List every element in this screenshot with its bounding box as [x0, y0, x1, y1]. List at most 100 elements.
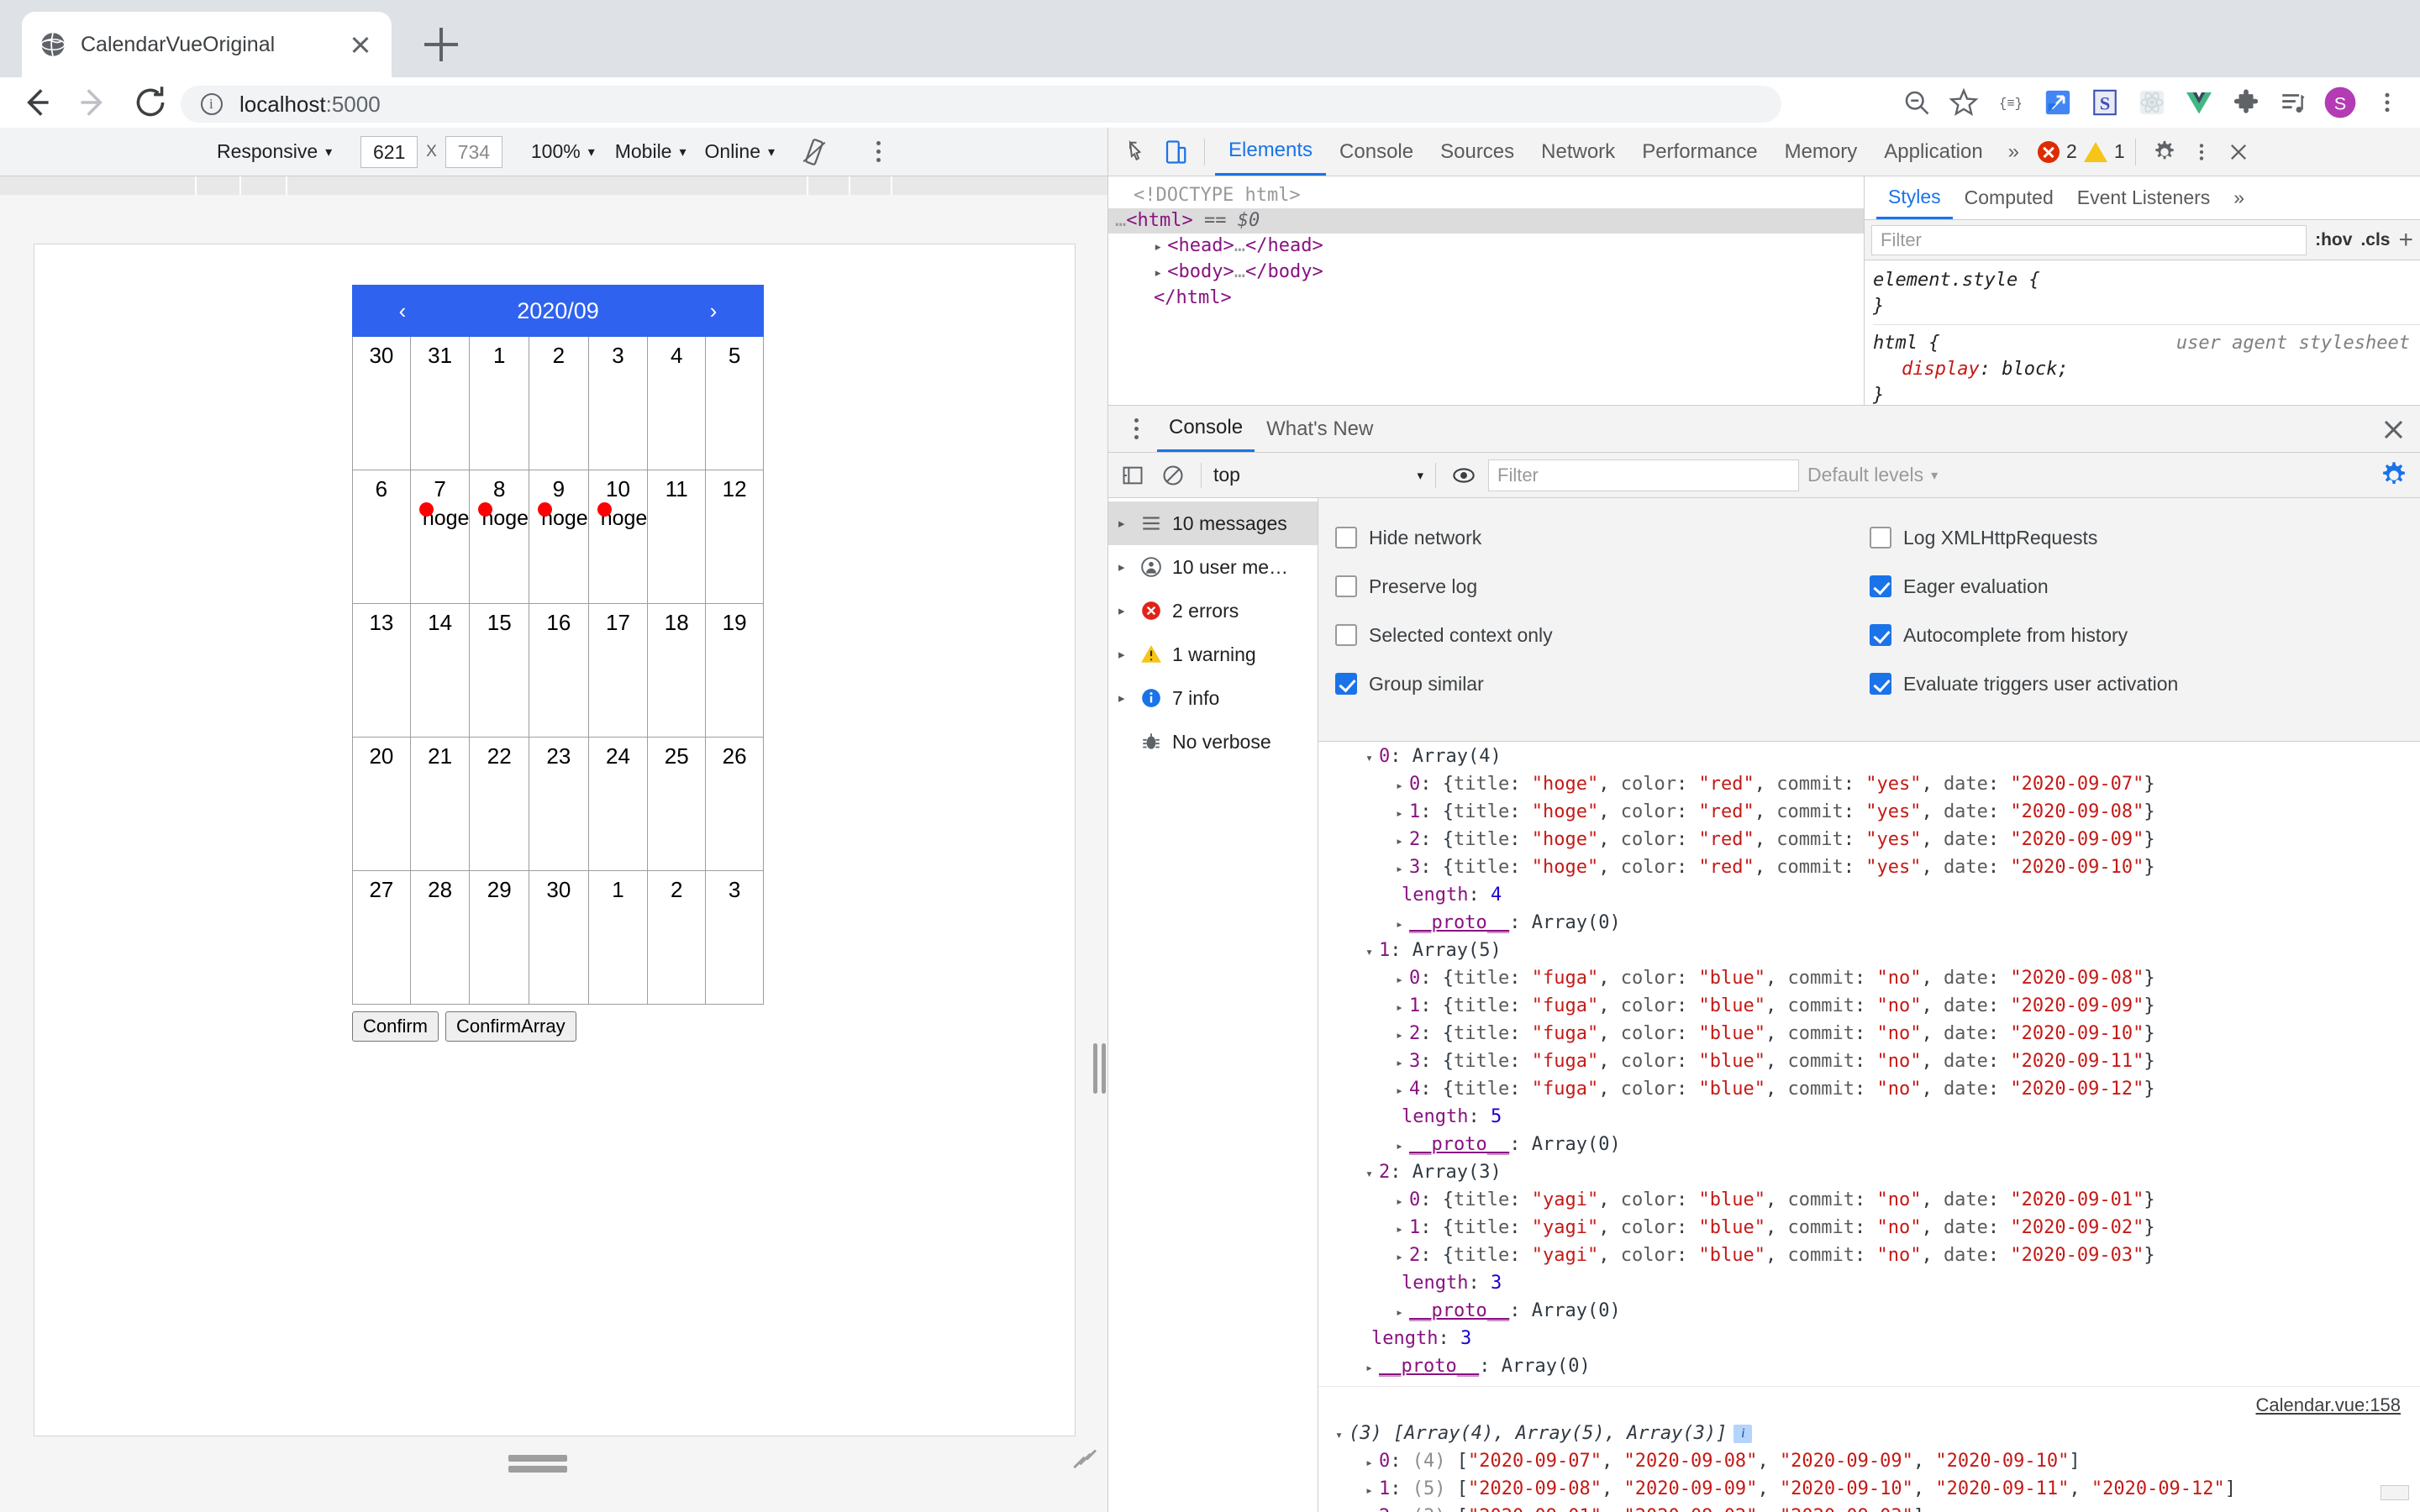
expand-arrow-icon[interactable]: ▸	[1396, 1055, 1403, 1070]
dom-tree-node[interactable]: ▸ <head>…</head>	[1108, 234, 1864, 260]
reading-list-icon[interactable]	[2274, 83, 2312, 122]
forward-button[interactable]	[72, 81, 114, 123]
expand-arrow-icon[interactable]: ▸	[1118, 603, 1130, 618]
console-setting-row[interactable]: Preserve log	[1335, 562, 1870, 611]
console-log-line[interactable]: length: 4	[1318, 882, 2420, 910]
calendar-day-cell[interactable]: 31	[410, 337, 471, 470]
expand-arrow-icon[interactable]: ▸	[1365, 1455, 1373, 1470]
more-options-icon[interactable]	[865, 141, 891, 162]
drawer-tab-console[interactable]: Console	[1157, 407, 1255, 452]
styles-tab-event-listeners[interactable]: Event Listeners	[2065, 177, 2223, 219]
css-rule-selector[interactable]: element.style {	[1873, 267, 2420, 293]
console-sidebar-item[interactable]: ▸ 10 messages	[1108, 501, 1318, 545]
gear-icon[interactable]	[2146, 134, 2183, 171]
console-filter-input[interactable]: Filter	[1488, 459, 1799, 491]
console-log-line[interactable]: length: 3	[1318, 1270, 2420, 1298]
checkbox[interactable]	[1335, 527, 1357, 549]
viewport-width-input[interactable]: 621	[360, 135, 418, 168]
calendar-day-cell[interactable]: 2	[648, 871, 707, 1005]
console-log-line[interactable]: ▸ __proto__: Array(0)	[1318, 1131, 2420, 1159]
confirm-button[interactable]: Confirm	[352, 1011, 439, 1042]
profile-avatar[interactable]: S	[2321, 83, 2360, 122]
console-sidebar-item[interactable]: ▸ 7 info	[1108, 676, 1318, 720]
calendar-day-cell[interactable]: 2	[529, 337, 589, 470]
viewport-height-input[interactable]: 734	[445, 135, 502, 168]
expand-arrow-icon[interactable]: ▸	[1396, 1138, 1403, 1153]
expand-arrow-icon[interactable]: ▸	[1396, 1305, 1403, 1320]
calendar-day-cell[interactable]: 3	[588, 337, 649, 470]
console-setting-row[interactable]: Eager evaluation	[1870, 562, 2404, 611]
calendar-day-cell[interactable]: 30	[529, 871, 589, 1005]
issue-counts[interactable]: 2 1	[2038, 140, 2125, 163]
console-setting-row[interactable]: Group similar	[1335, 659, 1870, 708]
console-setting-row[interactable]: Log XMLHttpRequests	[1870, 513, 2404, 562]
dom-tree-node[interactable]: ▸ <body>…</body>	[1108, 260, 1864, 286]
devtools-tab-sources[interactable]: Sources	[1427, 129, 1528, 176]
new-style-rule-button[interactable]: +	[2398, 227, 2413, 252]
console-sidebar-item[interactable]: ▸ 10 user me…	[1108, 545, 1318, 589]
expand-arrow-icon[interactable]: ▸	[1365, 1360, 1373, 1375]
styles-tab-computed[interactable]: Computed	[1953, 177, 2065, 219]
devtools-tab-console[interactable]: Console	[1326, 129, 1427, 176]
calendar-day-cell[interactable]: 1	[588, 871, 649, 1005]
calendar-day-cell[interactable]: 20	[353, 738, 411, 871]
expand-arrow-icon[interactable]: ▸	[1396, 1027, 1403, 1042]
inspect-element-icon[interactable]	[1120, 134, 1157, 171]
source-link[interactable]: Calendar.vue:158	[2256, 1392, 2401, 1419]
devtools-tab-memory[interactable]: Memory	[1771, 129, 1871, 176]
console-log-line[interactable]: ▾ (3) [Array(4), Array(5), Array(3)] i	[1318, 1420, 2420, 1448]
confirmarray-button[interactable]: ConfirmArray	[445, 1011, 576, 1042]
console-log-line[interactable]: ▸ 4: {title: "fuga", color: "blue", commi…	[1318, 1076, 2420, 1104]
console-log-line[interactable]: ▸ 1: {title: "yagi", color: "blue", commi…	[1318, 1215, 2420, 1242]
bookmark-star-icon[interactable]	[1944, 83, 1983, 122]
console-log-line[interactable]: ▸ 3: {title: "fuga", color: "blue", commi…	[1318, 1048, 2420, 1076]
console-log-line[interactable]: ▸ __proto__: Array(0)	[1318, 1298, 2420, 1326]
console-log-line[interactable]: length: 3	[1318, 1326, 2420, 1353]
checkbox[interactable]	[1870, 624, 1891, 646]
chrome-menu-icon[interactable]	[2368, 83, 2407, 122]
console-sidebar-item[interactable]: No verbose	[1108, 720, 1318, 764]
styles-tab-styles[interactable]: Styles	[1876, 177, 1953, 219]
close-devtools-icon[interactable]	[2220, 134, 2257, 171]
dom-tree-node[interactable]: <!DOCTYPE html>	[1108, 183, 1864, 208]
calendar-day-cell[interactable]: 30	[353, 337, 411, 470]
console-log-line[interactable]: ▾ 1: Array(5)	[1318, 937, 2420, 965]
console-log-line[interactable]: ▸ __proto__: Array(0)	[1318, 1353, 2420, 1381]
calendar-day-cell[interactable]: 29	[470, 871, 530, 1005]
dom-tree-node[interactable]: …<html> == $0	[1108, 208, 1864, 234]
calendar-day-cell[interactable]: 7 hoge	[410, 470, 471, 604]
checkbox[interactable]	[1870, 527, 1891, 549]
calendar-day-cell[interactable]: 28	[410, 871, 471, 1005]
extensions-puzzle-icon[interactable]	[2227, 83, 2265, 122]
checkbox[interactable]	[1870, 575, 1891, 597]
checkbox[interactable]	[1870, 673, 1891, 695]
calendar-day-cell[interactable]: 5	[706, 337, 764, 470]
execution-context-select[interactable]: top ▾	[1213, 464, 1423, 486]
css-rule-selector[interactable]: html {user agent stylesheet	[1873, 330, 2420, 356]
calendar-day-cell[interactable]: 18	[648, 604, 707, 738]
console-log-line[interactable]: ▾ 0: Array(4)	[1318, 743, 2420, 771]
console-log-line[interactable]: ▸ 2: {title: "fuga", color: "blue", commi…	[1318, 1021, 2420, 1048]
console-log-line[interactable]: ▸ __proto__: Array(0)	[1318, 910, 2420, 937]
console-setting-row[interactable]: Hide network	[1335, 513, 1870, 562]
browser-tab[interactable]: CalendarVueOriginal	[22, 12, 392, 77]
devtools-split-resize-handle[interactable]	[1092, 1043, 1106, 1094]
calendar-day-cell[interactable]: 21	[410, 738, 471, 871]
calendar-day-cell[interactable]: 25	[648, 738, 707, 871]
calendar-day-cell[interactable]: 24	[588, 738, 649, 871]
console-log-line[interactable]: ▸2: (3) ["2020-09-01", "2020-09-02", "20…	[1318, 1504, 2420, 1512]
calendar-day-cell[interactable]: 27	[353, 871, 411, 1005]
more-tools-icon[interactable]	[2183, 134, 2220, 171]
console-sidebar-toggle-icon[interactable]	[1117, 459, 1149, 491]
info-icon[interactable]	[201, 93, 223, 115]
console-log-line[interactable]: ▸ 3: {title: "hoge", color: "red", commit…	[1318, 854, 2420, 882]
expand-arrow-icon[interactable]: ▸	[1154, 265, 1162, 281]
expand-arrow-icon[interactable]: ▸	[1118, 559, 1130, 575]
throttle-device-select[interactable]: Mobile ▾	[615, 140, 687, 163]
calendar-day-cell[interactable]: 3	[706, 871, 764, 1005]
expand-arrow-icon[interactable]: ▾	[1365, 750, 1373, 765]
expand-arrow-icon[interactable]: ▸	[1396, 972, 1403, 987]
expand-arrow-icon[interactable]: ▾	[1365, 1166, 1373, 1181]
console-log-line[interactable]: ▾ 2: Array(3)	[1318, 1159, 2420, 1187]
expand-arrow-icon[interactable]: ▸	[1118, 647, 1130, 662]
